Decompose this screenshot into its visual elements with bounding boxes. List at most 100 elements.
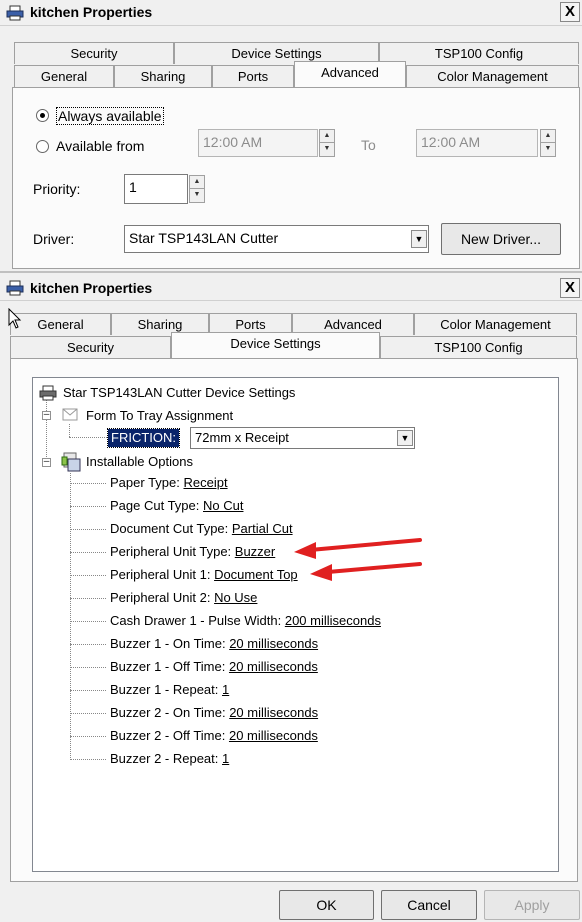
option-value[interactable]: No Use [214,590,257,605]
option-value[interactable]: Buzzer [235,544,275,559]
driver-select[interactable]: Star TSP143LAN Cutter [124,225,429,253]
window-title: kitchen Properties [30,280,153,296]
option-value[interactable]: 1 [222,682,229,697]
option-value[interactable]: 20 milliseconds [229,705,318,720]
chevron-down-icon[interactable]: ▼ [411,230,427,248]
close-icon[interactable]: X [560,2,580,22]
tree-option-item[interactable]: Peripheral Unit Type: Buzzer [110,544,275,560]
option-label: Document Cut Type: [110,521,232,536]
option-label: Paper Type: [110,475,184,490]
device-settings-tree[interactable]: Star TSP143LAN Cutter Device Settings – … [32,377,559,872]
to-label: To [361,137,376,153]
tree-connector [70,621,106,622]
apply-button[interactable]: Apply [484,890,580,920]
available-from-label[interactable]: Available from [56,138,144,154]
tree-root-label[interactable]: Star TSP143LAN Cutter Device Settings [63,385,295,401]
tree-option-item[interactable]: Buzzer 2 - On Time: 20 milliseconds [110,705,318,721]
window-title: kitchen Properties [30,4,153,20]
chevron-down-icon[interactable]: ▼ [397,430,413,446]
priority-field[interactable]: 1 [124,174,188,204]
printer-icon [6,280,24,296]
tab-color-management[interactable]: Color Management [414,313,577,335]
tree-option-item[interactable]: Buzzer 2 - Off Time: 20 milliseconds [110,728,318,744]
tree-installable-options[interactable]: Installable Options [86,454,193,470]
tree-connector [46,396,47,465]
tab-tsp100-config[interactable]: TSP100 Config [380,336,577,358]
tree-option-item[interactable]: Peripheral Unit 1: Document Top [110,567,298,583]
title-bar[interactable]: kitchen Properties X [0,271,582,301]
tree-option-item[interactable]: Cash Drawer 1 - Pulse Width: 200 millise… [110,613,381,629]
tree-option-item[interactable]: Buzzer 2 - Repeat: 1 [110,751,229,767]
annotation-arrow-head [310,564,332,581]
tree-option-item[interactable]: Buzzer 1 - Off Time: 20 milliseconds [110,659,318,675]
friction-select[interactable]: 72mm x Receipt [190,427,415,449]
option-value[interactable]: 1 [222,751,229,766]
tree-option-item[interactable]: Buzzer 1 - On Time: 20 milliseconds [110,636,318,652]
collapse-icon[interactable]: – [42,457,51,467]
annotation-arrows [294,538,422,581]
option-label: Buzzer 1 - Off Time: [110,659,229,674]
tree-connector [70,552,106,553]
tree-connector [70,644,106,645]
available-from-radio[interactable] [36,140,49,153]
time-to-field[interactable]: 12:00 AM [416,129,538,157]
tree-option-item[interactable]: Document Cut Type: Partial Cut [110,521,293,537]
spin-up-icon[interactable]: ▲ [190,176,204,189]
option-value[interactable]: 20 milliseconds [229,636,318,651]
always-available-radio[interactable] [36,109,49,122]
tab-general[interactable]: General [14,65,114,87]
collapse-icon[interactable]: – [42,410,51,420]
tree-connector [70,713,106,714]
tree-connector [70,529,106,530]
tab-advanced[interactable]: Advanced [294,61,406,88]
friction-label[interactable]: FRICTION: [107,428,180,448]
option-value[interactable]: 20 milliseconds [229,659,318,674]
option-value[interactable]: Receipt [183,475,227,490]
option-value[interactable]: No Cut [203,498,243,513]
tree-option-item[interactable]: Buzzer 1 - Repeat: 1 [110,682,229,698]
tab-ports[interactable]: Ports [212,65,294,87]
tree-connector [70,667,106,668]
spin-up-icon[interactable]: ▲ [320,130,334,143]
time-to-spinner[interactable]: ▲ ▼ [540,129,556,157]
spin-up-icon[interactable]: ▲ [541,130,555,143]
always-available-label[interactable]: Always available [56,107,164,125]
new-driver-button[interactable]: New Driver... [441,223,561,255]
annotation-arrow-head [294,542,316,559]
printer-settings-icon [39,385,57,404]
tab-color-management[interactable]: Color Management [406,65,579,87]
tab-general[interactable]: General [10,313,111,335]
time-from-spinner[interactable]: ▲ ▼ [319,129,335,157]
tree-option-item[interactable]: Peripheral Unit 2: No Use [110,590,257,606]
ok-button[interactable]: OK [279,890,374,920]
option-label: Buzzer 2 - Off Time: [110,728,229,743]
time-from-field[interactable]: 12:00 AM [198,129,318,157]
option-label: Cash Drawer 1 - Pulse Width: [110,613,285,628]
priority-spinner[interactable]: ▲ ▼ [189,175,205,203]
spin-down-icon[interactable]: ▼ [541,143,555,156]
priority-label: Priority: [33,181,81,197]
form-tray-icon [61,406,81,427]
tree-option-item[interactable]: Page Cut Type: No Cut [110,498,243,514]
option-label: Buzzer 1 - On Time: [110,636,230,651]
close-icon[interactable]: X [560,278,580,298]
option-label: Buzzer 2 - Repeat: [110,751,222,766]
option-label: Buzzer 1 - Repeat: [110,682,222,697]
tab-device-settings[interactable]: Device Settings [171,332,380,359]
tree-form-to-tray[interactable]: Form To Tray Assignment [86,408,233,424]
tab-security[interactable]: Security [14,42,174,64]
tab-security[interactable]: Security [10,336,171,358]
tree-option-item[interactable]: Paper Type: Receipt [110,475,228,491]
option-value[interactable]: 200 milliseconds [285,613,381,628]
printer-icon [6,5,24,21]
spin-down-icon[interactable]: ▼ [190,189,204,202]
driver-label: Driver: [33,231,75,247]
tab-sharing[interactable]: Sharing [114,65,212,87]
option-label: Buzzer 2 - On Time: [110,705,230,720]
cancel-button[interactable]: Cancel [381,890,477,920]
annotation-arrow-shaft [326,562,422,574]
tab-tsp100-config[interactable]: TSP100 Config [379,42,579,64]
option-value[interactable]: 20 milliseconds [229,728,318,743]
spin-down-icon[interactable]: ▼ [320,143,334,156]
title-bar[interactable]: kitchen Properties X [0,0,582,26]
